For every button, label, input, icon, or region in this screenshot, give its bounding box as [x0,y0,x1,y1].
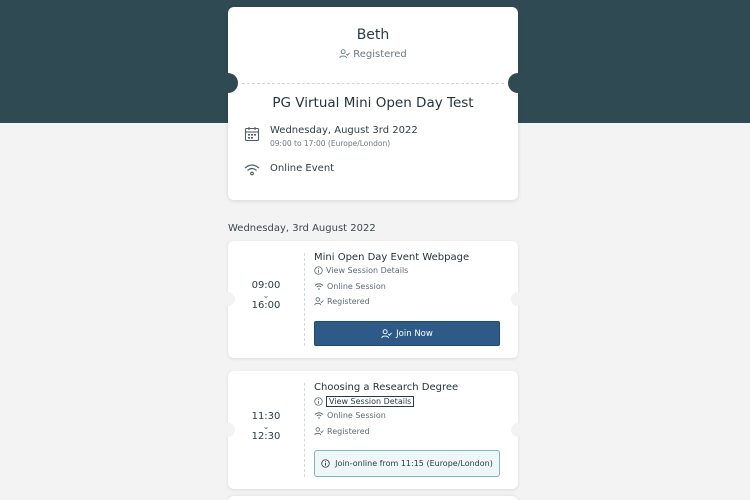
session-type-label: Online Session [327,282,386,291]
session-card-partial [228,496,518,500]
session-type: Online Session [314,411,386,420]
session-title: Choosing a Research Degree [314,382,459,393]
chevron-down-icon: ⌄ [262,422,270,431]
ticket-notch-right [508,73,528,93]
session-time: 09:00 ⌄ 16:00 [228,280,304,311]
schedule-date-heading: Wednesday, 3rd August 2022 [228,223,376,234]
session-card: 11:30 ⌄ 12:30 Choosing a Research Degree… [221,371,525,489]
event-ticket-card: Beth Registered PG Virtual Mini Open Day… [218,7,528,200]
ticket-perforation [242,83,504,84]
registration-status: Registered [228,49,518,60]
session-start-time: 09:00 [251,280,281,291]
info-icon [314,397,323,406]
user-check-icon [339,49,351,59]
join-online-notice-text: Join-online from 11:15 (Europe/London) [335,459,493,468]
registration-status-label: Registered [353,49,407,60]
user-check-icon [314,297,324,306]
chevron-down-icon: ⌄ [262,291,270,300]
view-session-details-label[interactable]: View Session Details [326,396,415,407]
session-end-time: 12:30 [251,431,281,442]
event-location-row: Online Event [243,161,508,179]
wifi-icon [314,283,324,290]
view-session-details-link[interactable]: View Session Details [314,266,408,275]
attendee-name: Beth [356,27,390,43]
join-online-notice: Join-online from 11:15 (Europe/London) [314,450,500,477]
join-now-button[interactable]: Join Now [314,321,500,346]
session-type-label: Online Session [327,411,386,420]
user-check-icon [314,427,324,436]
wifi-icon [244,164,260,176]
session-time: 11:30 ⌄ 12:30 [228,411,304,442]
session-registration-status: Registered [314,427,370,436]
info-icon [321,459,330,468]
user-check-icon [381,328,392,338]
session-type: Online Session [314,282,386,291]
join-now-label: Join Now [396,328,433,339]
calendar-icon [244,127,260,142]
session-start-time: 11:30 [251,411,281,422]
session-registration-label: Registered [327,427,370,436]
session-perforation [304,383,305,477]
session-registration-label: Registered [327,297,370,306]
session-title: Mini Open Day Event Webpage [314,252,470,263]
event-title: PG Virtual Mini Open Day Test [272,95,474,111]
event-location: Online Event [270,163,335,174]
session-end-time: 16:00 [251,300,281,311]
session-notch-right [511,423,525,437]
ticket-notch-left [218,73,238,93]
event-time-range: 09:00 to 17:00 (Europe/London) [270,139,391,148]
session-registration-status: Registered [314,297,370,306]
view-session-details-label[interactable]: View Session Details [326,266,408,275]
session-notch-right [511,292,525,306]
event-date-row: Wednesday, August 3rd 2022 09:00 to 17:0… [243,125,508,148]
event-date: Wednesday, August 3rd 2022 [270,125,418,136]
session-card: 09:00 ⌄ 16:00 Mini Open Day Event Webpag… [221,241,525,358]
session-perforation [304,253,305,346]
wifi-icon [314,412,324,419]
view-session-details-link[interactable]: View Session Details [314,396,415,407]
info-icon [314,266,323,275]
